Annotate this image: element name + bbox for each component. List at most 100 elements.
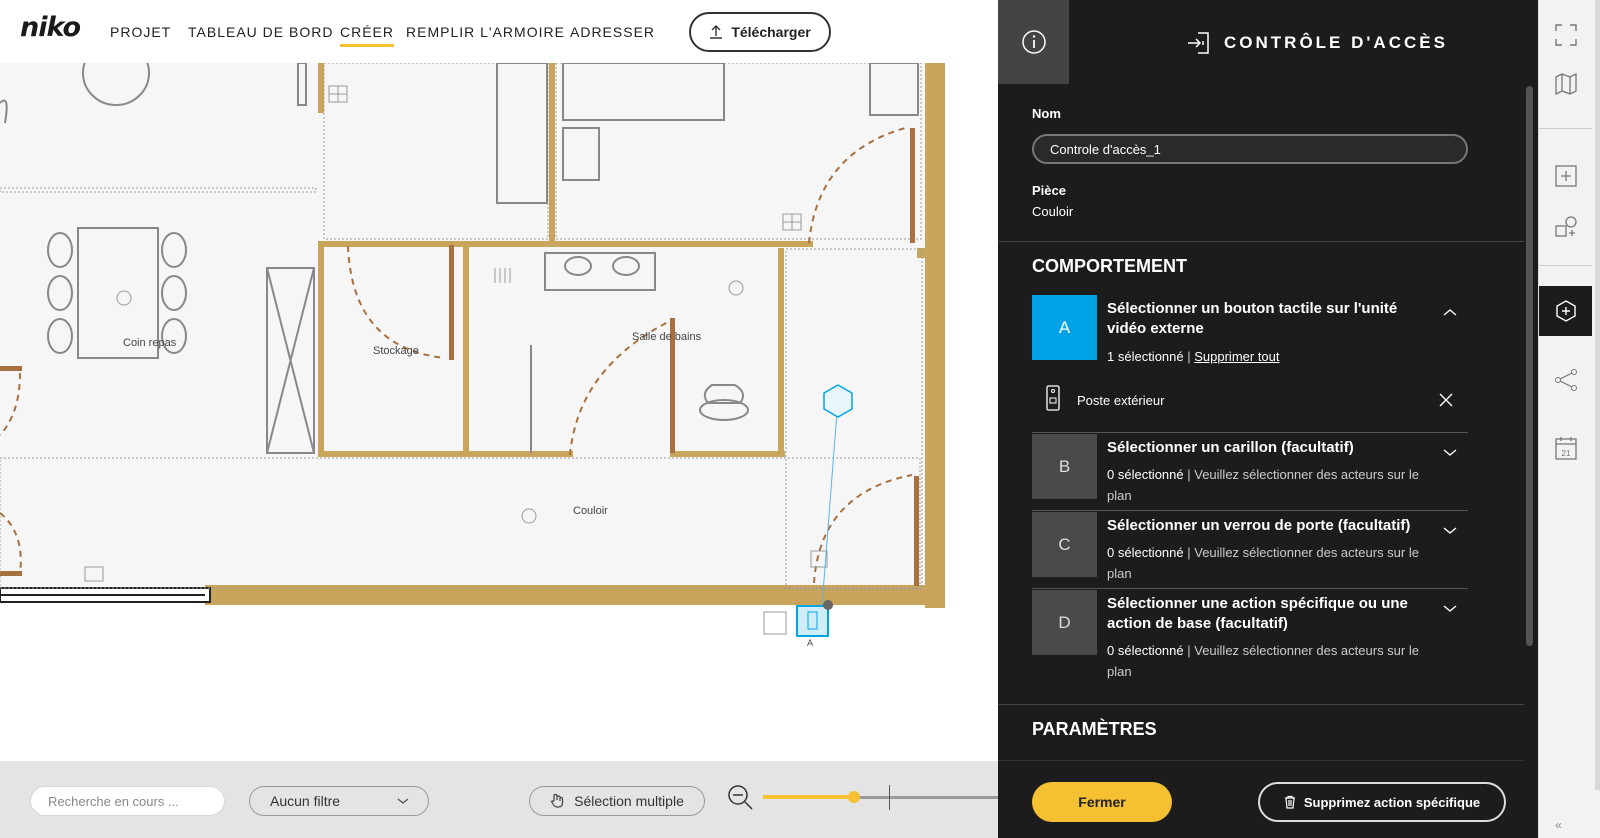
close-icon[interactable] xyxy=(1438,392,1454,408)
calendar-day: 21 xyxy=(1561,449,1570,458)
room-label-stockage: Stockage xyxy=(373,345,419,357)
behavior-badge-b: B xyxy=(1032,434,1097,499)
filter-dropdown[interactable]: Aucun filtre xyxy=(249,786,429,816)
download-button[interactable]: Télécharger xyxy=(689,12,831,52)
behavior-d[interactable]: D Sélectionner une action spécifique ou … xyxy=(1032,590,1468,690)
add-box-button[interactable] xyxy=(1539,151,1592,201)
behavior-d-count: 0 sélectionné xyxy=(1107,643,1184,658)
trash-icon xyxy=(1284,795,1295,809)
behavior-b[interactable]: B Sélectionner un carillon (facultatif) … xyxy=(1032,434,1468,510)
behavior-b-title: Sélectionner un carillon (facultatif) xyxy=(1107,439,1354,456)
panel-scrollbar[interactable] xyxy=(1526,86,1533,646)
chevron-down-icon xyxy=(397,798,409,804)
chevron-up-icon[interactable] xyxy=(1442,305,1458,321)
name-field[interactable]: Controle d'accès_1 xyxy=(1032,134,1468,164)
divider xyxy=(998,241,1524,242)
behavior-badge-a: A xyxy=(1032,295,1097,360)
zoom-slider-fill xyxy=(763,795,855,799)
nav-remplir-armoire[interactable]: REMPLIR L'ARMOIRE xyxy=(406,24,565,40)
panel-footer: Fermer Supprimez action spécifique xyxy=(998,760,1524,838)
nav-adresser[interactable]: ADRESSER xyxy=(570,24,655,40)
access-control-icon xyxy=(1188,32,1209,54)
intercom-icon xyxy=(1046,385,1060,411)
room-label-coin-repas: Coin repas xyxy=(123,337,177,349)
map-button[interactable] xyxy=(1539,59,1592,109)
calendar-icon: 21 xyxy=(1554,437,1577,460)
chevron-down-icon[interactable] xyxy=(1442,522,1458,538)
behavior-c-status: 0 sélectionné | Veuillez sélectionner de… xyxy=(1107,545,1419,581)
behavior-b-status: 0 sélectionné | Veuillez sélectionner de… xyxy=(1107,467,1419,503)
behavior-heading: COMPORTEMENT xyxy=(1032,256,1187,276)
add-shape-icon xyxy=(1554,216,1577,237)
zoom-out-icon[interactable] xyxy=(726,783,754,811)
nav-tableau-de-bord[interactable]: TABLEAU DE BORD xyxy=(188,24,333,40)
chevron-down-icon[interactable] xyxy=(1442,600,1458,616)
map-icon xyxy=(1554,73,1577,95)
info-icon xyxy=(1021,30,1046,54)
download-label: Télécharger xyxy=(731,24,811,40)
behavior-c-count: 0 sélectionné xyxy=(1107,545,1184,560)
panel-title: CONTRÔLE D'ACCÈS xyxy=(1224,33,1448,52)
right-tool-rail: 21 « xyxy=(1538,0,1600,838)
divider xyxy=(1032,510,1468,511)
rail-divider xyxy=(1539,265,1592,266)
device-badge-label: A xyxy=(807,638,814,648)
multi-select-button[interactable]: Sélection multiple xyxy=(529,786,705,816)
behavior-c[interactable]: C Sélectionner un verrou de porte (facul… xyxy=(1032,512,1468,588)
room-label-couloir: Couloir xyxy=(573,505,608,517)
behavior-a[interactable]: A Sélectionner un bouton tactile sur l'u… xyxy=(1032,295,1468,369)
app-root: niko PROJET TABLEAU DE BORD CRÉER REMPLI… xyxy=(0,0,1600,838)
upload-icon xyxy=(710,25,723,39)
selected-device-row: Poste extérieur xyxy=(1032,381,1468,421)
selected-device-name: Poste extérieur xyxy=(1077,393,1165,408)
behavior-badge-d: D xyxy=(1032,590,1097,655)
access-control-panel: CONTRÔLE D'ACCÈS Nom Controle d'accès_1 … xyxy=(998,0,1538,838)
room-label-salle-de-bains: Salle de bains xyxy=(632,331,702,343)
delete-all-link[interactable]: Supprimer tout xyxy=(1194,349,1279,364)
behavior-a-status: 1 sélectionné | Supprimer tout xyxy=(1107,349,1280,364)
hand-icon xyxy=(550,793,564,808)
divider xyxy=(1032,588,1468,589)
panel-header: CONTRÔLE D'ACCÈS xyxy=(1186,30,1448,56)
behavior-b-count: 0 sélectionné xyxy=(1107,467,1184,482)
bottom-toolbar: Recherche en cours ... Aucun filtre Séle… xyxy=(0,761,1003,838)
add-hex-button[interactable] xyxy=(1539,286,1592,336)
rail-divider xyxy=(1539,128,1592,129)
zoom-slider-tick xyxy=(889,785,890,810)
top-nav: niko PROJET TABLEAU DE BORD CRÉER REMPLI… xyxy=(0,0,998,63)
delete-specific-action-button[interactable]: Supprimez action spécifique xyxy=(1258,782,1506,822)
name-label: Nom xyxy=(1032,106,1061,121)
room-label: Pièce xyxy=(1032,183,1066,198)
info-tab[interactable] xyxy=(998,0,1069,84)
chevron-down-icon[interactable] xyxy=(1442,444,1458,460)
behavior-d-status: 0 sélectionné | Veuillez sélectionner de… xyxy=(1107,643,1419,679)
zoom-slider-knob[interactable] xyxy=(848,791,861,803)
calendar-button[interactable]: 21 xyxy=(1539,423,1592,473)
fullscreen-button[interactable] xyxy=(1539,10,1592,60)
behavior-d-title: Sélectionner une action spécifique ou un… xyxy=(1107,595,1408,632)
floorplan-canvas[interactable]: Coin repas Stockage Salle de bains Coulo… xyxy=(0,63,998,761)
behavior-c-title: Sélectionner un verrou de porte (faculta… xyxy=(1107,517,1411,534)
niko-logo[interactable]: niko xyxy=(20,12,81,43)
delete-specific-action-label: Supprimez action spécifique xyxy=(1303,794,1481,810)
divider xyxy=(1032,432,1468,433)
rail-scrollbar[interactable] xyxy=(1595,0,1600,790)
add-hex-icon xyxy=(1555,300,1576,322)
add-box-icon xyxy=(1554,165,1577,187)
behavior-badge-c: C xyxy=(1032,512,1097,577)
divider xyxy=(998,704,1524,705)
nav-creer[interactable]: CRÉER xyxy=(340,24,395,47)
params-heading: PARAMÈTRES xyxy=(1032,719,1157,739)
filter-value: Aucun filtre xyxy=(270,793,341,809)
nav-projet[interactable]: PROJET xyxy=(110,24,171,40)
floorplan-svg xyxy=(0,63,945,637)
panel-scroll-area[interactable]: Nom Controle d'accès_1 Pièce Couloir COM… xyxy=(998,84,1524,760)
multi-select-label: Sélection multiple xyxy=(574,793,684,809)
room-value: Couloir xyxy=(1032,204,1074,219)
fullscreen-icon xyxy=(1554,24,1577,46)
connections-button[interactable] xyxy=(1539,355,1592,405)
search-input[interactable]: Recherche en cours ... xyxy=(30,786,225,816)
add-shape-button[interactable] xyxy=(1539,201,1592,251)
close-button[interactable]: Fermer xyxy=(1032,782,1172,822)
collapse-icon[interactable]: « xyxy=(1555,818,1562,832)
